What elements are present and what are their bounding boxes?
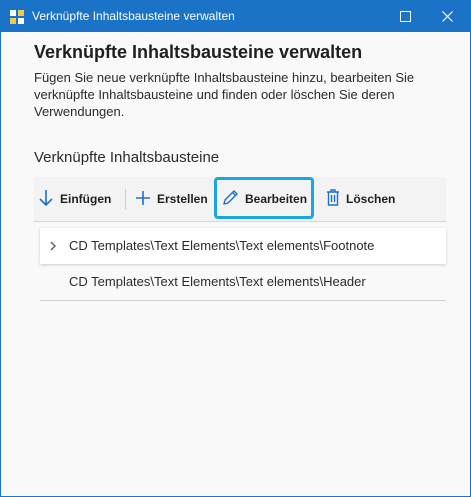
dialog-content: Verknüpfte Inhaltsbausteine verwalten Fü… [1,32,470,496]
edit-button[interactable]: Bearbeiten [222,177,307,221]
list-item-label: CD Templates\Text Elements\Text elements… [69,238,375,253]
create-button[interactable]: Erstellen [135,177,208,221]
plus-icon [135,190,157,209]
maximize-icon [399,9,411,25]
window-title: Verknüpfte Inhaltsbausteine verwalten [32,9,235,23]
toolbar-divider [125,189,126,209]
maximize-button[interactable] [387,1,423,32]
dialog-window: Verknüpfte Inhaltsbausteine verwalten Ve… [0,0,471,497]
pencil-icon [222,189,245,209]
close-button[interactable] [429,1,465,32]
chevron-right-icon[interactable] [48,239,58,256]
create-label: Erstellen [157,192,208,206]
list-item[interactable]: CD Templates\Text Elements\Text elements… [40,264,446,301]
section-title: Verknüpfte Inhaltsbausteine [34,149,220,166]
title-bar[interactable]: Verknüpfte Inhaltsbausteine verwalten [1,1,470,32]
edit-label: Bearbeiten [245,192,308,206]
list-item-label: CD Templates\Text Elements\Text elements… [69,274,366,289]
list-item[interactable]: CD Templates\Text Elements\Text elements… [40,228,446,264]
linked-blocks-list: CD Templates\Text Elements\Text elements… [40,228,446,301]
close-icon [441,9,453,25]
page-title: Verknüpfte Inhaltsbausteine verwalten [34,42,363,62]
trash-icon [326,189,346,209]
insert-button[interactable]: Einfügen [38,177,111,221]
delete-label: Löschen [346,192,396,206]
arrow-down-icon [38,189,60,210]
toolbar: Einfügen Erstellen Bearbeiten Löschen [34,177,446,222]
insert-label: Einfügen [60,192,112,206]
dialog-description: Fügen Sie neue verknüpfte Inhaltsbaustei… [34,70,415,119]
delete-button[interactable]: Löschen [326,177,395,221]
app-icon [9,9,25,25]
